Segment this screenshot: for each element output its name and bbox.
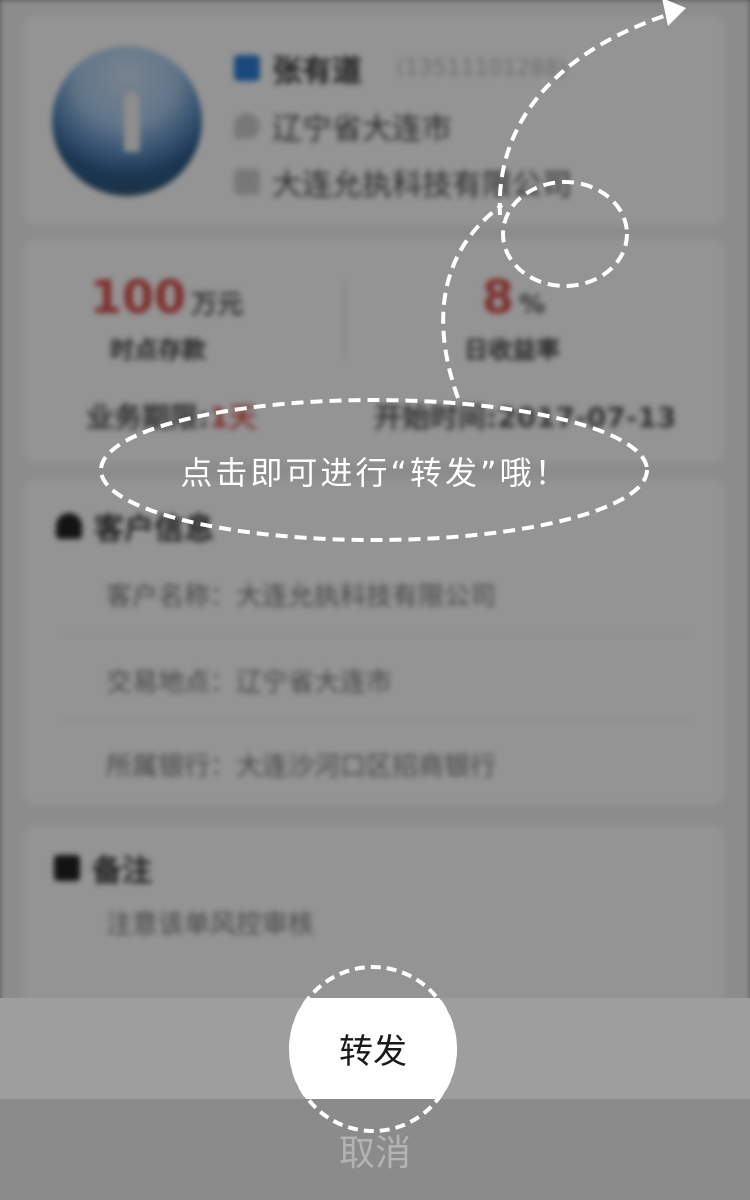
guide-tip-text: 点击即可进行“转发”哦！: [180, 454, 570, 492]
loop-circle: [501, 180, 629, 288]
arrow-head-icon: [662, 0, 686, 26]
guide-curve: [441, 203, 504, 399]
guide-decorations: [99, 0, 686, 1133]
forward-highlight-circle: [289, 965, 457, 1133]
